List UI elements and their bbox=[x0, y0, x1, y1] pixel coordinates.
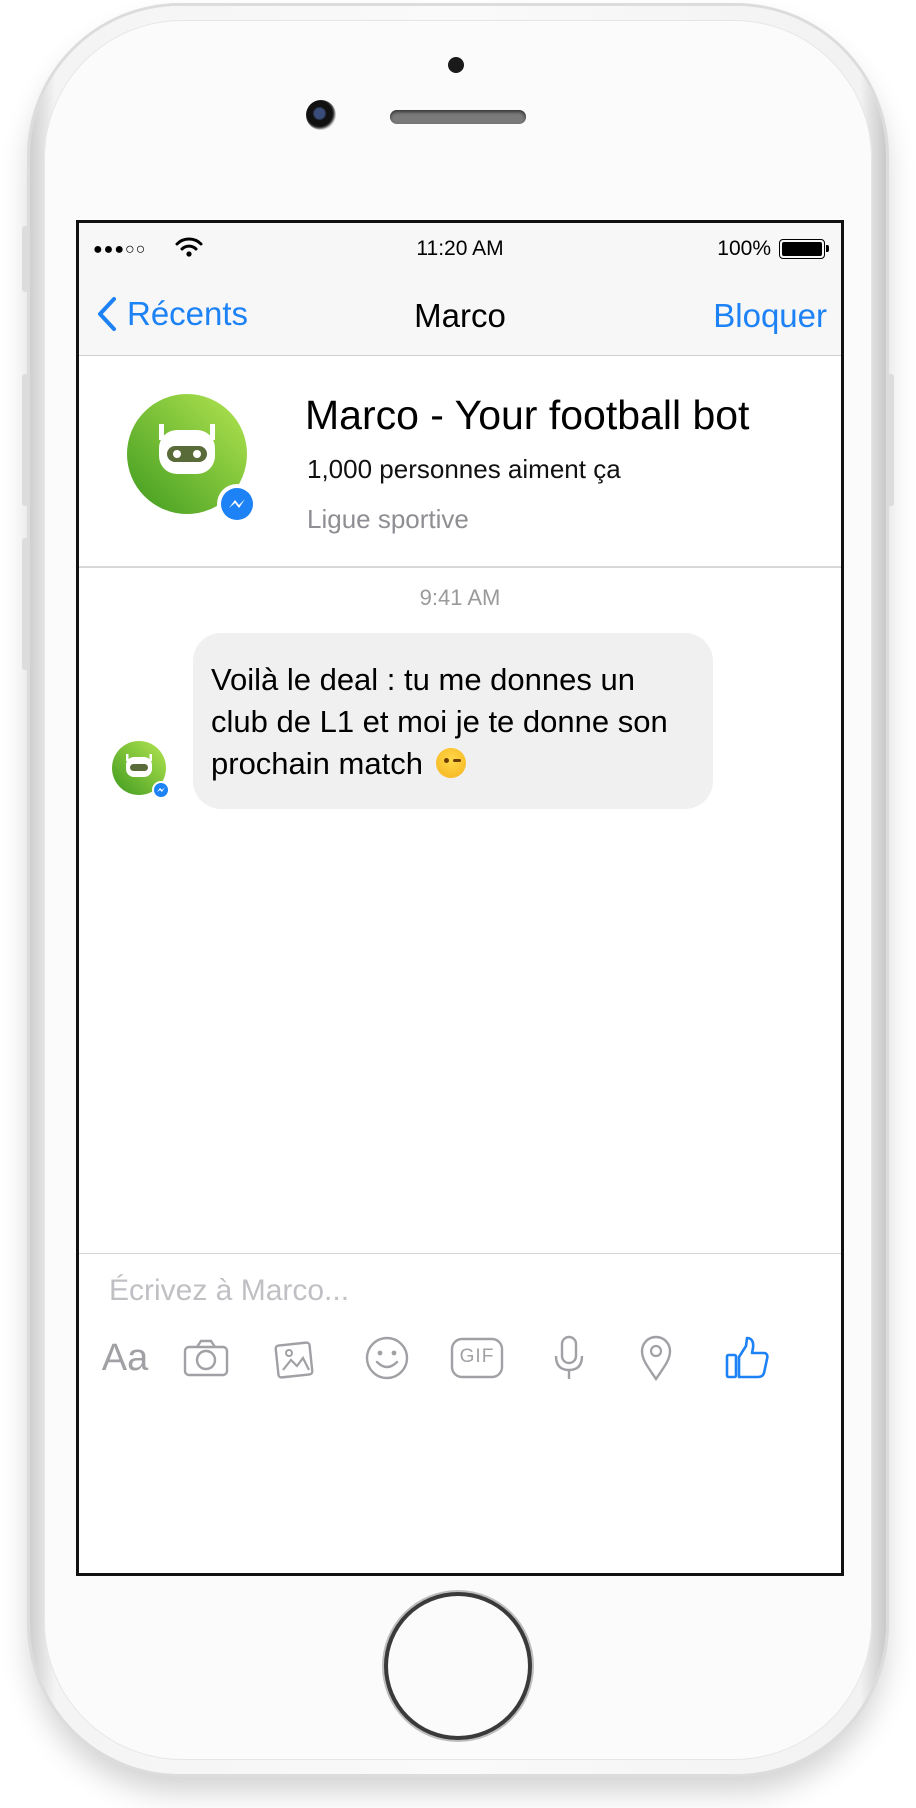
microphone-icon bbox=[554, 1335, 584, 1379]
location-icon bbox=[640, 1335, 672, 1382]
earpiece-speaker bbox=[390, 110, 526, 124]
gif-button[interactable]: GIF bbox=[446, 1330, 508, 1386]
volume-up-button bbox=[22, 374, 30, 506]
message-timestamp: 9:41 AM bbox=[419, 585, 501, 610]
camera-button[interactable] bbox=[178, 1330, 234, 1386]
text-format-button[interactable]: Aa bbox=[97, 1330, 153, 1386]
block-button[interactable]: Bloquer bbox=[713, 297, 827, 335]
location-button[interactable] bbox=[628, 1330, 684, 1386]
status-bar: ●●●○○ 11:20 AM 100% bbox=[79, 223, 841, 275]
emoji-icon bbox=[365, 1336, 409, 1380]
gallery-icon bbox=[274, 1341, 314, 1379]
bot-name: Marco - Your football bot bbox=[305, 392, 750, 438]
composer-toolbar: Aa GIF bbox=[79, 1330, 841, 1390]
camera-icon bbox=[183, 1339, 229, 1377]
sender-avatar[interactable] bbox=[111, 740, 173, 802]
battery-percent: 100% bbox=[717, 237, 771, 260]
message-input[interactable] bbox=[109, 1274, 709, 1308]
volume-down-button bbox=[22, 538, 30, 670]
winking-face-emoji-icon bbox=[435, 748, 466, 778]
text-format-label: Aa bbox=[101, 1336, 149, 1379]
message-bubble[interactable]: Voilà le deal : tu me donnes un club de … bbox=[193, 633, 713, 809]
composer: Aa bbox=[79, 1253, 841, 1573]
profile-header: Marco - Your football bot 1,000 personne… bbox=[79, 356, 841, 568]
power-button bbox=[886, 374, 894, 506]
navigation-bar: Récents Marco Bloquer bbox=[79, 275, 841, 356]
bot-avatar[interactable] bbox=[125, 392, 261, 528]
emoji-button[interactable] bbox=[359, 1330, 415, 1386]
microphone-button[interactable] bbox=[541, 1330, 597, 1386]
page-category: Ligue sportive bbox=[307, 504, 469, 534]
likes-count: 1,000 personnes aiment ça bbox=[307, 454, 621, 484]
proximity-sensor bbox=[448, 57, 464, 73]
battery-icon bbox=[779, 239, 829, 259]
gallery-button[interactable] bbox=[268, 1330, 324, 1386]
like-button[interactable] bbox=[719, 1330, 775, 1386]
front-camera bbox=[306, 100, 336, 130]
mute-switch bbox=[22, 226, 30, 292]
like-icon bbox=[725, 1336, 769, 1379]
screen: ●●●○○ 11:20 AM 100% Récents Marco Bloque… bbox=[76, 220, 844, 1576]
gif-label: GIF bbox=[459, 1346, 495, 1367]
home-button[interactable] bbox=[388, 1596, 528, 1736]
